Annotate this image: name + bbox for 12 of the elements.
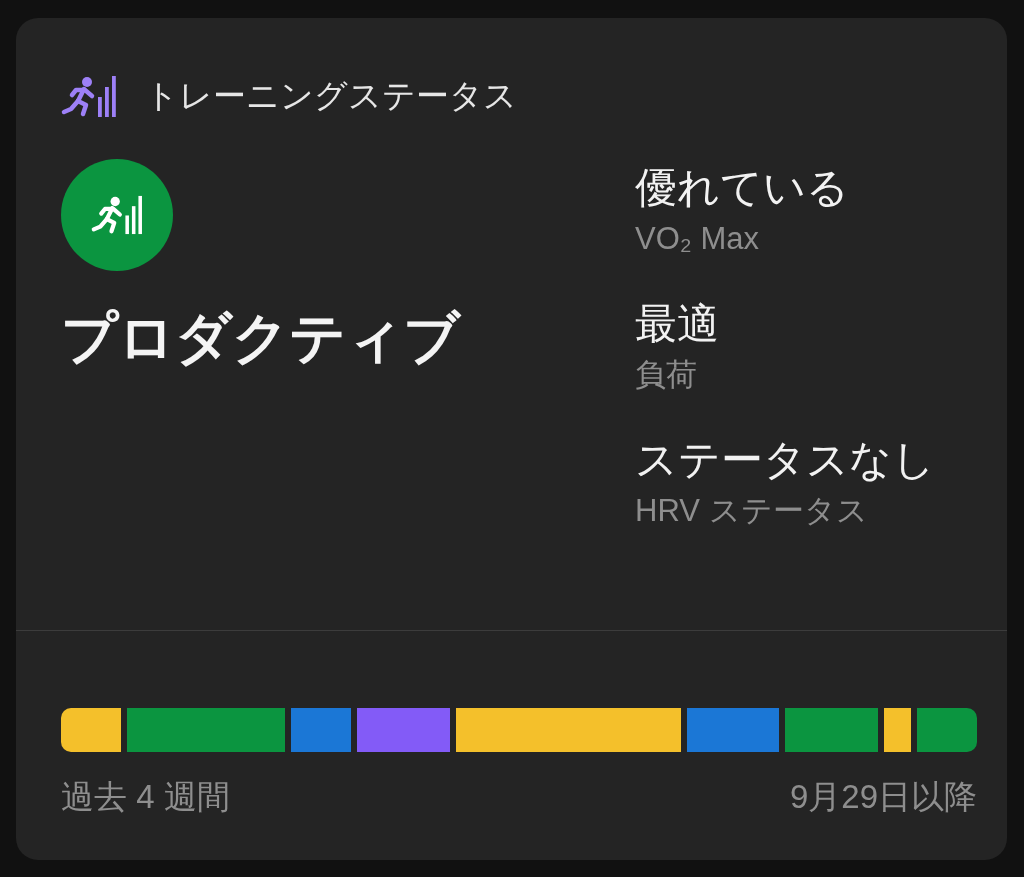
metric-label: 負荷 (635, 356, 697, 394)
date-label: 9月29日以降 (789, 778, 977, 816)
period-label: 過去 4 週間 (61, 778, 230, 816)
metric-label: VO₂ Max (635, 220, 759, 258)
runner-badge-icon (61, 159, 173, 271)
metric-value: 優れている (635, 163, 849, 213)
metric-value: ステータスなし (635, 435, 935, 485)
status-label: プロダクティブ (61, 305, 460, 371)
metric-value: 最適 (635, 299, 719, 349)
metric-label: HRV ステータス (635, 492, 868, 530)
card-title: トレーニングステータス (145, 76, 517, 116)
runner-bars-icon (61, 75, 117, 117)
